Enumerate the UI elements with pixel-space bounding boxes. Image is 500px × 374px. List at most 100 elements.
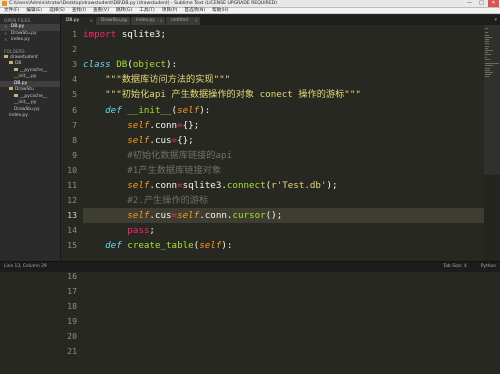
editor-tab[interactable]: untitled ×	[166, 17, 200, 25]
line-number: 1	[72, 29, 77, 39]
code-token: self	[177, 104, 200, 116]
tab-close-icon[interactable]: ×	[125, 17, 128, 25]
code-token: .conn	[149, 180, 178, 191]
menu-item[interactable]: 查看(V)	[93, 8, 109, 13]
status-bar: Line 13, Column 29 Tab Size: 4 Python	[0, 261, 500, 272]
line-number: 3	[72, 59, 77, 70]
line-number	[61, 359, 77, 374]
menu-item[interactable]: 查找(I)	[72, 8, 86, 13]
code-token: ();	[265, 210, 283, 222]
open-file-item[interactable]: × index.py	[0, 37, 60, 44]
line-number: 15	[67, 240, 77, 251]
menu-item[interactable]: 首选项(N)	[184, 8, 205, 13]
code-line[interactable]: def __init__(self):	[83, 103, 210, 118]
code-token: ):	[166, 59, 178, 71]
code-line[interactable]: self.cus={};	[83, 133, 194, 148]
code-token: {};	[177, 134, 194, 146]
menu-bar: 文件(F) 编辑(E) 选择(S) 查找(I) 查看(V) 跳转(G) 工具(T) 项目(P)…	[0, 8, 500, 14]
code-line[interactable]: #2.产生操作的游标	[83, 193, 208, 208]
open-files-list: × DB.py × DrawStu.py × index.py	[0, 24, 60, 44]
folder-tree: drawstudent DB __pycache__ __init__.py DB.py…	[0, 54, 60, 120]
code-token: sqlite3;	[121, 29, 166, 40]
code-line[interactable]: pass;	[83, 223, 155, 238]
tree-label: DB	[15, 61, 22, 66]
line-number: 2	[72, 44, 77, 55]
code-token: pass	[127, 225, 150, 237]
menu-item[interactable]: 跳转(G)	[116, 8, 132, 13]
minimap-line	[485, 28, 488, 29]
code-token: import	[83, 29, 122, 40]
tab-label: index.py	[136, 18, 155, 23]
menu-item[interactable]: 工具(T)	[139, 8, 155, 13]
code-line[interactable]: import sqlite3;	[83, 27, 166, 42]
menu-item[interactable]: 项目(P)	[162, 8, 178, 13]
folder-icon	[9, 87, 13, 90]
line-number: 8	[72, 134, 77, 145]
minimap-line	[485, 58, 490, 60]
code-line[interactable]: self.conn={};	[83, 118, 199, 133]
minimize-button[interactable]: —	[464, 0, 475, 7]
line-number: 20	[67, 331, 77, 341]
tab-label: untitled	[171, 18, 188, 23]
code-token: self	[199, 240, 222, 252]
code-token: ):	[199, 104, 211, 116]
line-number: 6	[72, 104, 77, 115]
menu-item[interactable]: 帮助(H)	[212, 8, 228, 13]
menu-item[interactable]: 编辑(E)	[26, 8, 42, 13]
code-token: DB	[116, 59, 128, 71]
tab-overflow-icon[interactable]: ▾	[494, 16, 497, 25]
code-line[interactable]: class DB(object):	[83, 57, 177, 72]
tree-file[interactable]: index.py	[0, 113, 60, 120]
minimap-line	[485, 47, 489, 49]
line-number-gutter: 1 2 3 4 5 6 7 8 9 10 11 12 13 14 15 16 17 18 19 20 21	[61, 25, 81, 356]
menu-item[interactable]: 文件(F)	[4, 8, 19, 13]
minimap-line	[485, 65, 494, 67]
maximize-button[interactable]: □	[476, 0, 487, 7]
minimap-line	[485, 43, 489, 45]
code-line[interactable]: #1产生数据库链接对象	[83, 163, 221, 178]
window-controls: — □ ✕	[464, 0, 499, 7]
code-token: self	[127, 180, 150, 191]
minimap[interactable]	[484, 25, 500, 261]
line-number: 19	[67, 315, 77, 326]
line-number: 21	[67, 346, 77, 357]
minimap-line	[485, 39, 490, 40]
code-line[interactable]: """初始化api 产生数据操作的对象 conect 操作的游标"""	[83, 87, 361, 102]
close-button[interactable]: ✕	[488, 0, 499, 7]
line-number: 4	[72, 74, 77, 85]
minimap-line	[485, 76, 489, 78]
title-bar: C:\Users\Administrator\Desktop\drawstude…	[0, 0, 500, 8]
editor-tab[interactable]: index.py ×	[131, 17, 165, 25]
code-token: sqlite3.	[182, 180, 227, 191]
tab-close-icon[interactable]: ×	[195, 17, 198, 25]
code-line[interactable]: #初始化数据库链接的api	[83, 148, 232, 163]
minimap-line	[485, 41, 489, 43]
code-token: .conn.	[199, 210, 233, 222]
minimap-line	[485, 36, 493, 38]
code-token: {};	[182, 119, 200, 131]
code-editor[interactable]: import sqlite3; class DB(object): """数据库访…	[83, 25, 484, 261]
code-line[interactable]: def create_table(self):	[83, 238, 232, 253]
code-line[interactable]: """数据库访问方法的实现"""	[83, 72, 230, 87]
code-token: self	[127, 134, 150, 146]
minimap-line	[485, 50, 494, 51]
line-number: 12	[67, 195, 77, 206]
menu-item[interactable]: 选择(S)	[49, 8, 65, 13]
code-line[interactable]: self.conn=sqlite3.connect(r'Test.db');	[83, 178, 337, 193]
tab-close-icon[interactable]: ×	[160, 17, 163, 25]
editor-tab[interactable]: DrawStu.py ×	[96, 17, 130, 25]
tab-close-icon[interactable]: ×	[90, 17, 93, 25]
line-number: 18	[67, 300, 77, 311]
close-file-icon[interactable]: ×	[4, 37, 7, 44]
code-line[interactable]: self.cus=self.conn.cursor();	[83, 208, 484, 224]
code-token: .conn	[149, 119, 178, 131]
tree-label: __pycache__	[20, 67, 48, 73]
minimap-line	[485, 34, 489, 36]
open-files-heading: OPEN FILES	[4, 18, 31, 23]
tree-label: DrawStu	[15, 87, 34, 92]
code-token: #2.产生操作的游标	[83, 195, 209, 207]
editor-tab[interactable]: DB.py ×	[61, 17, 95, 25]
